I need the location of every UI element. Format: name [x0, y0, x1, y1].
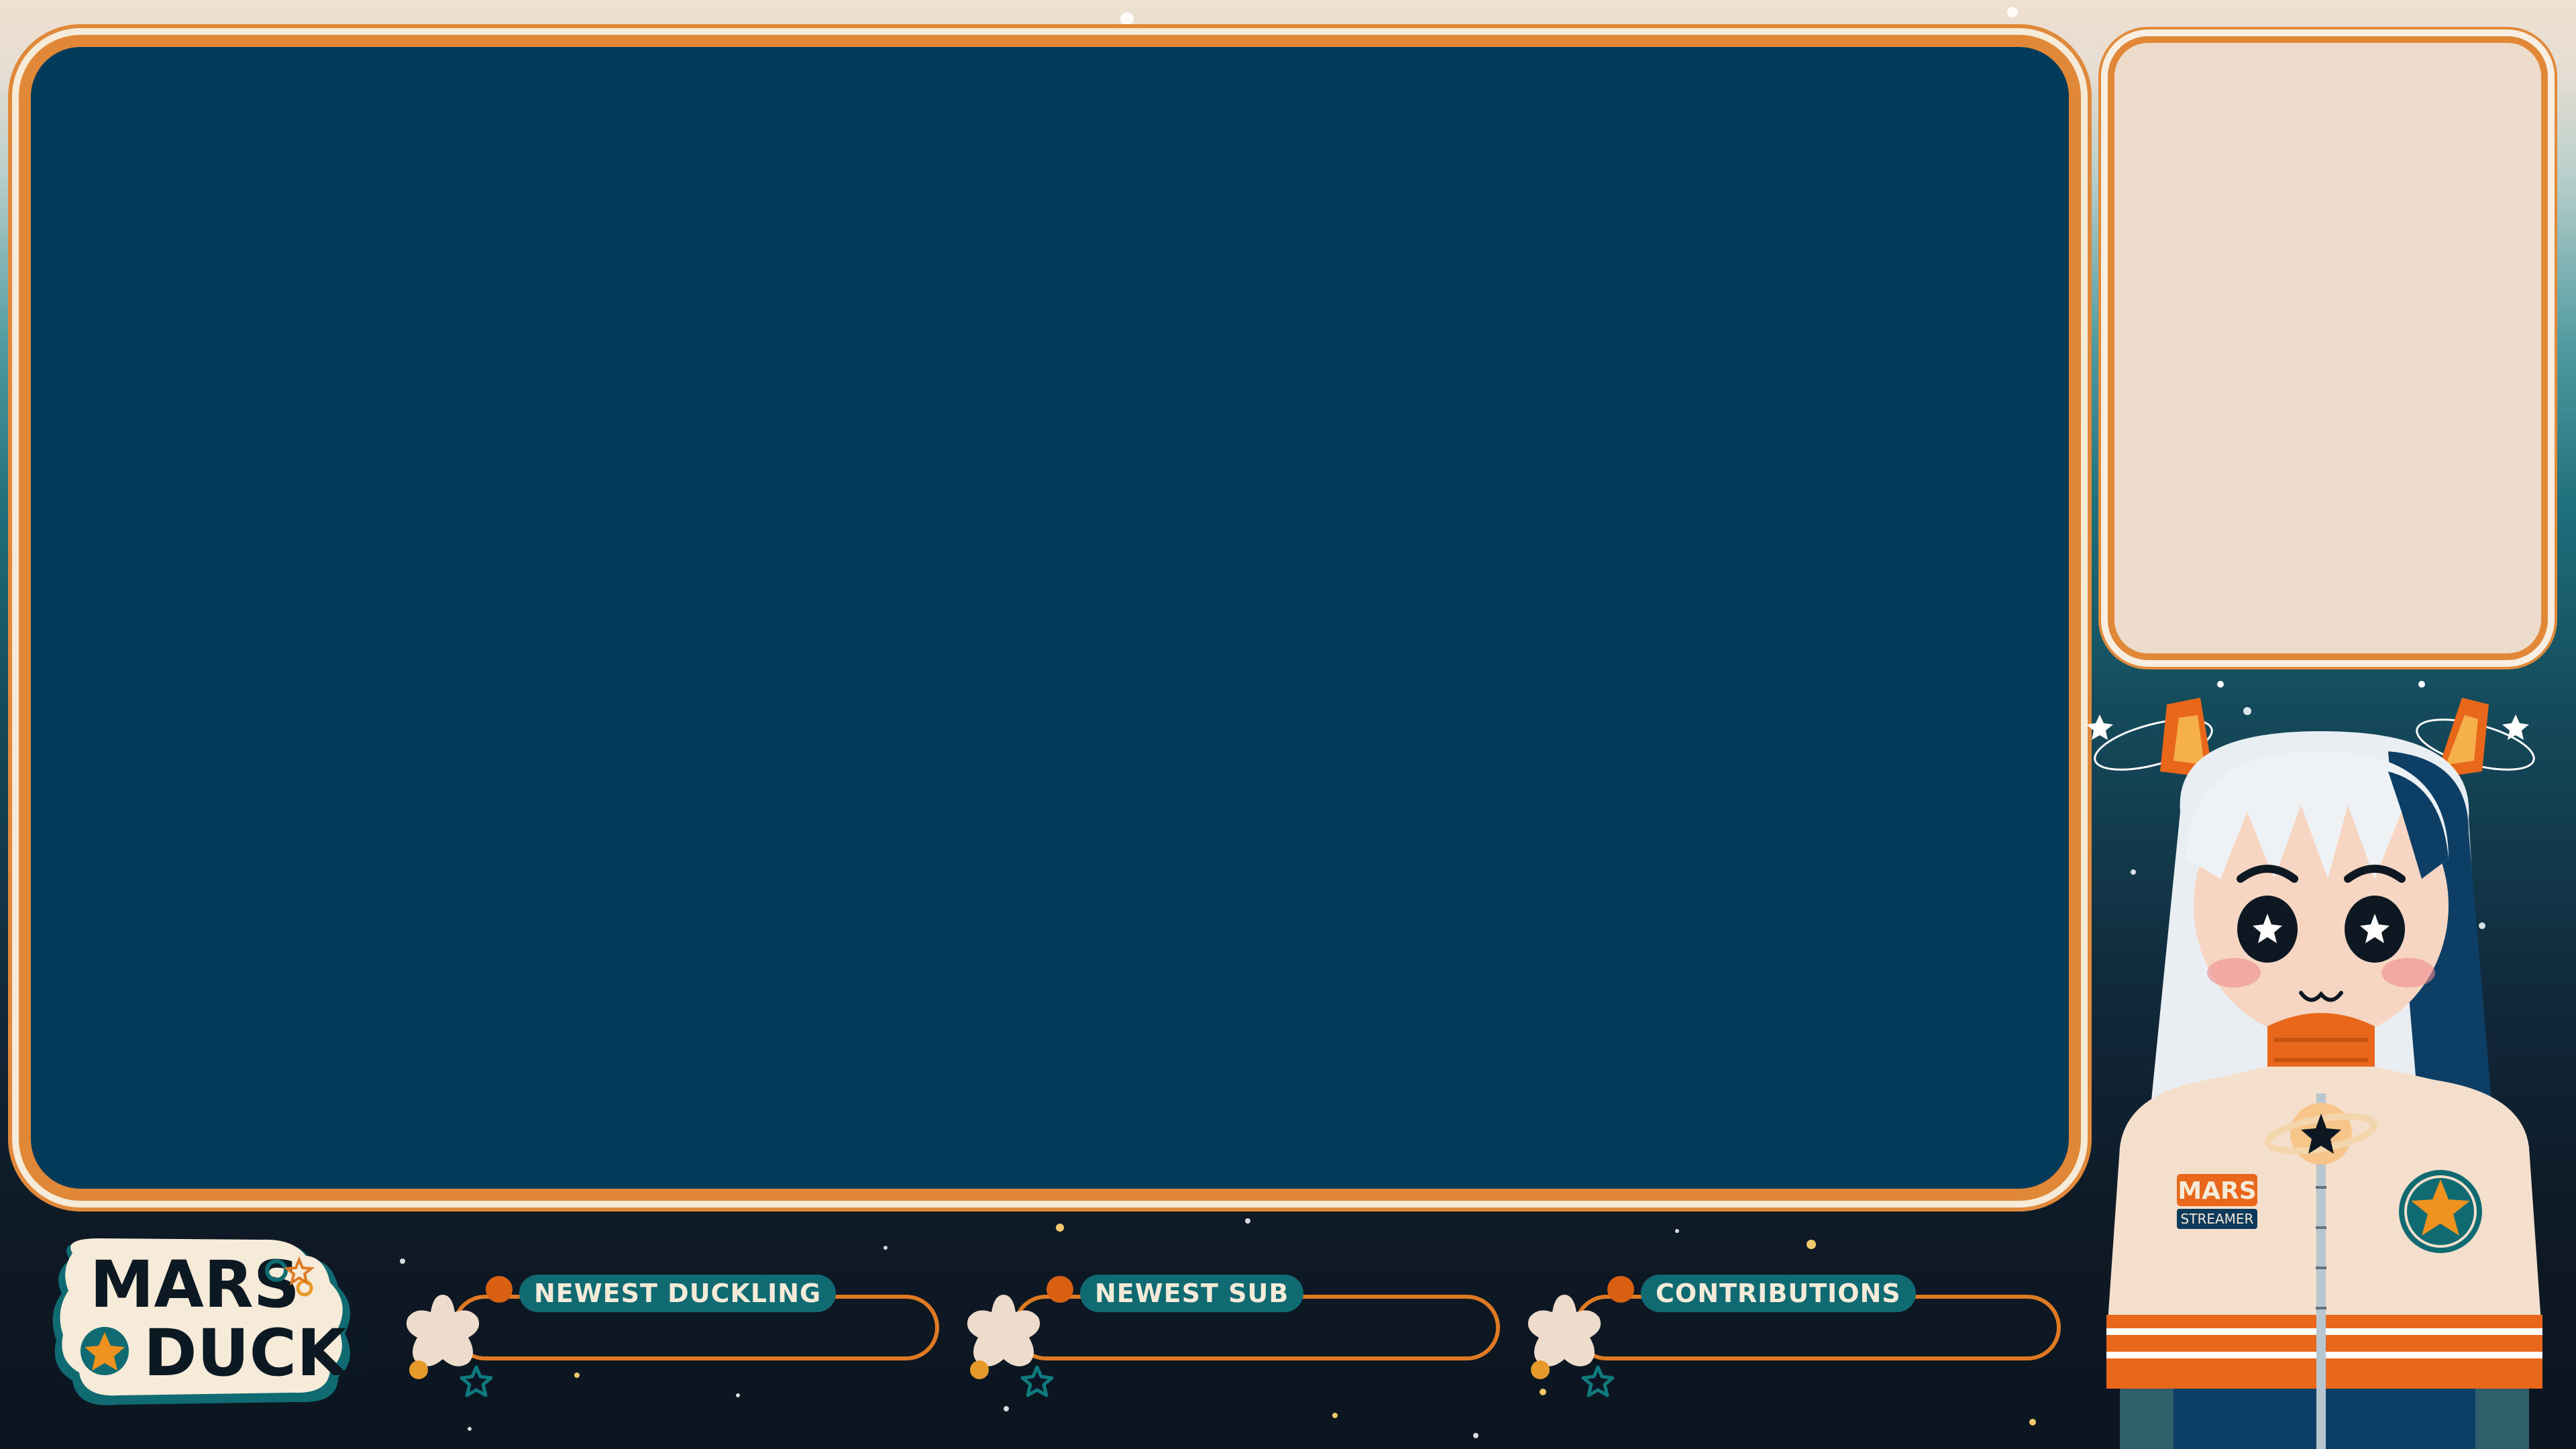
- newest-duckling-panel: NEWEST DUCKLING: [402, 1275, 953, 1397]
- decor-dot: [409, 1360, 428, 1379]
- star-outline-icon: [1581, 1365, 1615, 1397]
- contributions-label: CONTRIBUTIONS: [1641, 1275, 1916, 1312]
- contributions-panel: CONTRIBUTIONS: [1524, 1275, 2074, 1397]
- logo-text-ducks: DUCKS: [144, 1316, 365, 1391]
- mars-ducks-logo: MARS DUCKS: [52, 1238, 365, 1405]
- decor-dot: [1607, 1276, 1634, 1303]
- badge-title: MARS: [2178, 1177, 2256, 1205]
- decor-dot: [486, 1276, 513, 1303]
- decor-dot: [1046, 1276, 1073, 1303]
- logo-text-mars: MARS: [90, 1247, 300, 1322]
- streamer-badge: MARS STREAMER: [2177, 1174, 2257, 1229]
- webcam-frame: [2108, 36, 2548, 660]
- decor-dot: [970, 1360, 989, 1379]
- newest-sub-panel: NEWEST SUB: [963, 1275, 1513, 1397]
- badge-subtitle: STREAMER: [2181, 1211, 2254, 1227]
- newest-duckling-label: NEWEST DUCKLING: [519, 1275, 837, 1312]
- newest-sub-label: NEWEST SUB: [1080, 1275, 1304, 1312]
- logo-star-icon: [80, 1327, 129, 1375]
- star-badge-icon: [2399, 1170, 2482, 1253]
- star-outline-icon: [1020, 1365, 1054, 1397]
- mascot-character: MARS STREAMER: [2086, 681, 2542, 1449]
- decor-dot: [1531, 1360, 1550, 1379]
- game-capture-frame: [19, 35, 2081, 1201]
- star-outline-icon: [460, 1365, 493, 1397]
